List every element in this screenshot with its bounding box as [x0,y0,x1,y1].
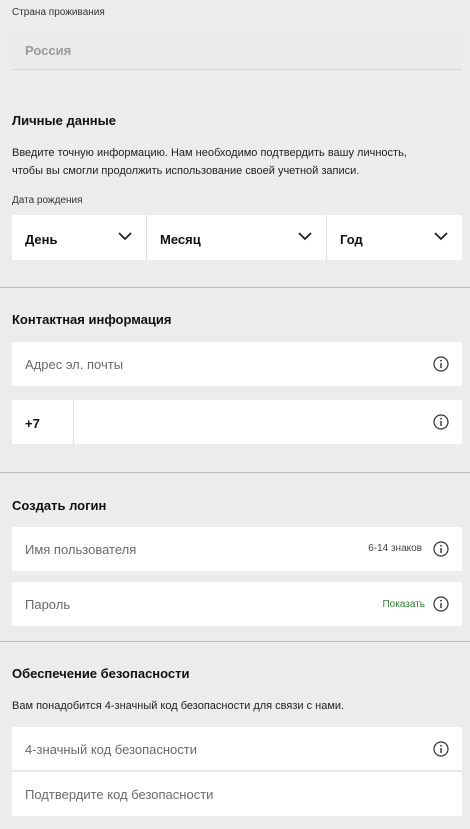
show-password-link[interactable]: Показать [382,599,425,610]
info-icon[interactable] [433,356,449,372]
username-field[interactable]: Имя пользователя 6-14 знаков [12,527,462,571]
chevron-down-icon [118,232,132,241]
security-code-field[interactable]: 4-значный код безопасности [12,727,462,771]
info-icon[interactable] [433,741,449,757]
residence-field: Россия [12,30,462,70]
section-divider [0,472,470,473]
security-section-title: Обеспечение безопасности [12,666,190,681]
residence-label: Страна проживания [12,7,105,18]
dob-row: День Месяц Год [12,215,462,260]
info-icon[interactable] [433,541,449,557]
info-icon[interactable] [433,596,449,612]
section-divider [0,641,470,642]
username-placeholder: Имя пользователя [25,542,137,557]
residence-value: Россия [25,43,72,58]
email-placeholder: Адрес эл. почты [25,357,124,372]
login-section-title: Создать логин [12,498,107,513]
contact-section-title: Контактная информация [12,312,172,327]
dob-month-label: Месяц [160,232,201,247]
phone-field[interactable]: +7 [12,400,462,444]
personal-description-line1: Введите точную информацию. Нам необходим… [12,147,407,159]
info-icon[interactable] [433,414,449,430]
dob-month-select[interactable]: Месяц [147,215,326,260]
dob-day-select[interactable]: День [12,215,146,260]
confirm-code-field[interactable]: Подтвердите код безопасности [12,772,462,816]
dob-day-label: День [25,232,58,247]
dob-label: Дата рождения [12,195,83,206]
password-placeholder: Пароль [25,597,71,612]
dob-year-label: Год [340,232,363,247]
security-code-placeholder: 4-значный код безопасности [25,742,197,757]
chevron-down-icon [298,232,312,241]
personal-section-title: Личные данные [12,113,116,128]
personal-description: Введите точную информацию. Нам необходим… [12,144,462,180]
email-field[interactable]: Адрес эл. почты [12,342,462,386]
confirm-code-placeholder: Подтвердите код безопасности [25,787,214,802]
dob-year-select[interactable]: Год [327,215,462,260]
phone-prefix-box: +7 [12,400,74,444]
phone-prefix: +7 [25,416,40,431]
personal-description-line2: чтобы вы смогли продолжить использование… [12,165,360,177]
section-divider [0,287,470,288]
security-description: Вам понадобится 4-значный код безопаснос… [12,700,345,712]
password-field[interactable]: Пароль Показать [12,582,462,626]
chevron-down-icon [434,232,448,241]
username-hint: 6-14 знаков [368,543,422,554]
